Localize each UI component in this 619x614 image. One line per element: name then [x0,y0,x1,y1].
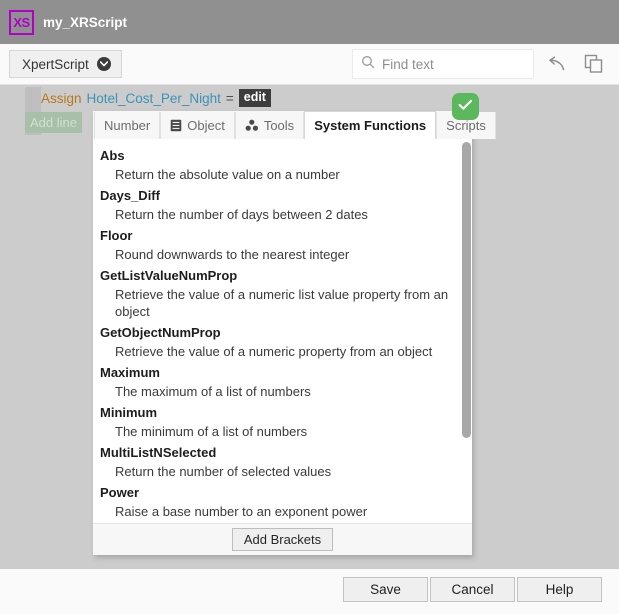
function-list-item-description[interactable]: Return the number of selected values [93,462,472,483]
function-list-item-description[interactable]: Raise a base number to an exponent power [93,502,472,523]
variable-name[interactable]: Hotel_Cost_Per_Night [87,91,221,106]
function-list-item-description[interactable]: Round downwards to the nearest integer [93,245,472,266]
search-placeholder: Find text [382,56,434,72]
operator-equals: = [225,90,234,106]
xs-logo-text: XS [13,14,30,30]
tab-scripts-label: Scripts [446,118,486,133]
tab-object-label: Object [187,118,225,133]
search-input[interactable]: Find text [352,49,534,79]
function-list-item-description[interactable]: Return the absolute value on a number [93,165,472,186]
help-button-label: Help [545,582,574,597]
tools-icon [245,119,259,132]
function-list-item-description[interactable]: Retrieve the value of a numeric property… [93,342,472,363]
function-list-item-name[interactable]: Power [93,483,472,502]
xs-logo-icon: XS [9,9,34,35]
function-list-item-description[interactable]: The maximum of a list of numbers [93,382,472,403]
function-list-item-name[interactable]: Abs [93,146,472,165]
function-list-item-description[interactable]: Return the number of days between 2 date… [93,205,472,226]
help-button[interactable]: Help [517,577,602,602]
xpertscript-dropdown-button[interactable]: XpertScript [9,50,122,78]
tab-tools-label: Tools [263,118,295,133]
edit-badge[interactable]: edit [238,89,271,107]
cancel-button-label: Cancel [451,582,494,597]
vertical-scrollbar-track[interactable] [461,140,472,523]
tab-tools[interactable]: Tools [234,112,305,139]
xpertscript-window: XS my_XRScript XpertScript Find text Ass… [0,0,619,614]
function-list-item-name[interactable]: Days_Diff [93,186,472,205]
chevron-down-icon [96,57,111,71]
script-line[interactable]: Assign Hotel_Cost_Per_Night = edit [41,89,271,107]
tab-object[interactable]: Object [160,112,235,139]
function-list-item-name[interactable]: GetObjectNumProp [93,323,472,342]
copy-icon[interactable] [580,50,608,78]
tab-number[interactable]: Number [94,112,161,139]
function-list-item-name[interactable]: MultiListNSelected [93,443,472,462]
popup-tabs: Number Object Tools System Functions Scr… [93,111,496,139]
toolbar: XpertScript Find text [0,44,619,85]
undo-arrow-icon[interactable] [543,50,571,78]
book-icon [170,119,182,132]
function-list-item-name[interactable]: Maximum [93,363,472,382]
bottom-bar: Save Cancel Help [0,568,619,614]
function-list: Abs Return the absolute value on a number… [93,139,472,523]
popup-footer: Add Brackets [93,523,472,555]
tab-number-label: Number [104,118,151,133]
function-list-item-name[interactable]: Minimum [93,403,472,422]
function-list-item-name[interactable]: GetListValueNumProp [93,266,472,285]
check-icon [458,98,473,116]
xpertscript-dropdown-label: XpertScript [22,56,89,72]
save-button[interactable]: Save [343,577,428,602]
tab-system-functions[interactable]: System Functions [304,111,437,139]
tab-system-functions-label: System Functions [314,118,427,133]
function-list-item-description[interactable]: Retrieve the value of a numeric list val… [93,285,472,323]
keyword-assign: Assign [41,90,82,106]
add-line-label: Add line [30,115,77,130]
titlebar: XS my_XRScript [0,0,619,44]
add-brackets-button[interactable]: Add Brackets [231,528,334,551]
page-title: my_XRScript [43,14,128,30]
confirm-check-button[interactable] [452,93,479,120]
function-picker-popup: Number Object Tools System Functions Scr… [93,111,496,555]
save-button-label: Save [370,582,401,597]
function-list-item-description[interactable]: The minimum of a list of numbers [93,422,472,443]
add-line-button[interactable]: Add line [25,112,82,133]
function-list-item-name[interactable]: Floor [93,226,472,245]
search-icon [361,55,375,74]
vertical-scrollbar-thumb[interactable] [462,142,471,438]
cancel-button[interactable]: Cancel [430,577,515,602]
